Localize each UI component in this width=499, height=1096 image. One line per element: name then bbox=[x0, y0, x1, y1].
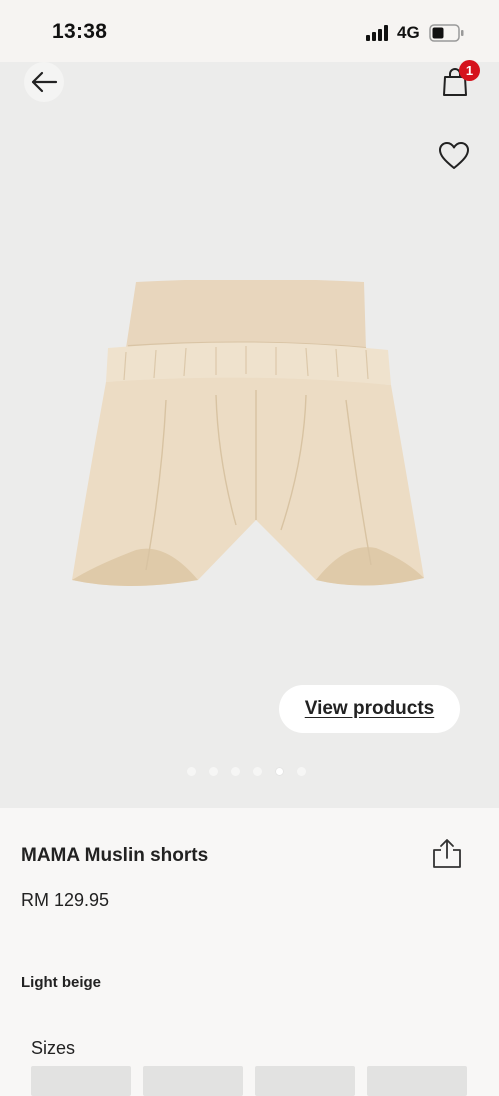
size-options bbox=[31, 1066, 467, 1096]
gallery-dot[interactable] bbox=[253, 767, 262, 776]
status-time: 13:38 bbox=[52, 20, 108, 43]
status-bar: 13:38 4G bbox=[0, 0, 499, 62]
gallery-pagination bbox=[187, 767, 306, 776]
network-type: 4G bbox=[397, 23, 420, 42]
battery-icon bbox=[429, 24, 464, 42]
gallery-dot[interactable] bbox=[187, 767, 196, 776]
favorite-button[interactable] bbox=[434, 136, 474, 176]
cart-count-badge: 1 bbox=[459, 60, 480, 81]
gallery-dot[interactable] bbox=[209, 767, 218, 776]
back-button[interactable] bbox=[24, 62, 64, 102]
product-photo bbox=[72, 280, 424, 586]
product-color: Light beige bbox=[21, 974, 101, 991]
size-option[interactable] bbox=[367, 1066, 467, 1096]
signal-bars-icon bbox=[366, 25, 388, 41]
arrow-left-icon bbox=[31, 71, 58, 93]
gallery-dot[interactable] bbox=[297, 767, 306, 776]
heart-outline-icon bbox=[439, 142, 469, 169]
product-name: MAMA Muslin shorts bbox=[21, 845, 209, 866]
gallery-dot[interactable] bbox=[231, 767, 240, 776]
view-products-button[interactable]: View products bbox=[279, 685, 460, 733]
product-image-gallery[interactable]: 1 View products bbox=[0, 60, 499, 808]
share-button[interactable] bbox=[430, 838, 464, 875]
size-option[interactable] bbox=[143, 1066, 243, 1096]
sizes-heading: Sizes bbox=[31, 1038, 76, 1058]
gallery-dot-active[interactable] bbox=[275, 767, 284, 776]
size-option[interactable] bbox=[255, 1066, 355, 1096]
product-price: RM 129.95 bbox=[21, 890, 110, 910]
share-icon bbox=[433, 839, 461, 868]
size-option[interactable] bbox=[31, 1066, 131, 1096]
